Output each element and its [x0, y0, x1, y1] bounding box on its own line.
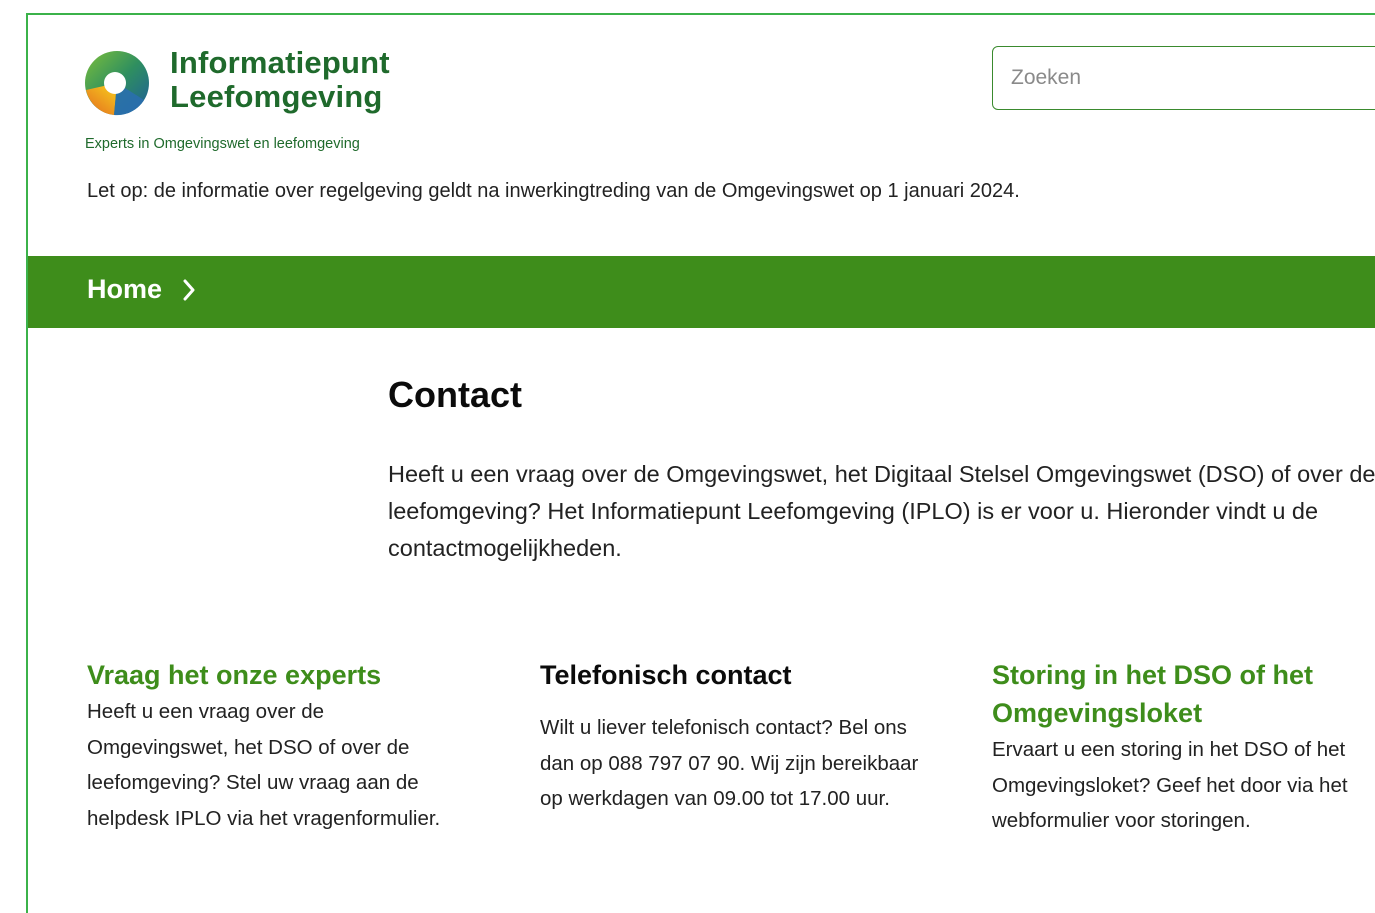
breadcrumb-home-link[interactable]: Home [87, 274, 196, 305]
breadcrumb-bar: Home [28, 256, 1375, 328]
phone-contact-heading: Telefonisch contact [540, 660, 792, 690]
dso-outage-text: Ervaart u een storing in het DSO of het … [992, 738, 1348, 832]
intro-paragraph: Heeft u een vraag over de Omgevingswet, … [388, 461, 1375, 561]
site-tagline: Experts in Omgevingswet en leefomgeving [85, 136, 360, 152]
breadcrumb-home-label: Home [87, 274, 163, 304]
experts-text: Heeft u een vraag over de Omgevingswet, … [87, 700, 441, 830]
search-input[interactable] [992, 46, 1375, 110]
experts-heading-link[interactable]: Vraag het onze experts [87, 656, 467, 694]
page-title: Contact [388, 374, 522, 415]
experts-section: Vraag het onze experts Heeft u een vraag… [87, 656, 467, 836]
logo-title-line1: Informatiepunt [170, 45, 390, 80]
dso-outage-section: Storing in het DSO of het Omgevingsloket… [992, 656, 1375, 839]
logo-title-line2: Leefomgeving [170, 79, 383, 114]
chevron-right-icon [183, 279, 195, 300]
site-logo-title[interactable]: Informatiepunt Leefomgeving [170, 46, 390, 114]
dso-outage-heading-link[interactable]: Storing in het DSO of het Omgevingsloket [992, 656, 1375, 732]
phone-contact-section: Telefonisch contact Wilt u liever telefo… [540, 656, 930, 817]
phone-contact-text: Wilt u liever telefonisch contact? Bel o… [540, 716, 919, 810]
regulation-notice: Let op: de informatie over regelgeving g… [87, 180, 1020, 202]
iplo-ring-logo-icon[interactable] [84, 50, 150, 116]
